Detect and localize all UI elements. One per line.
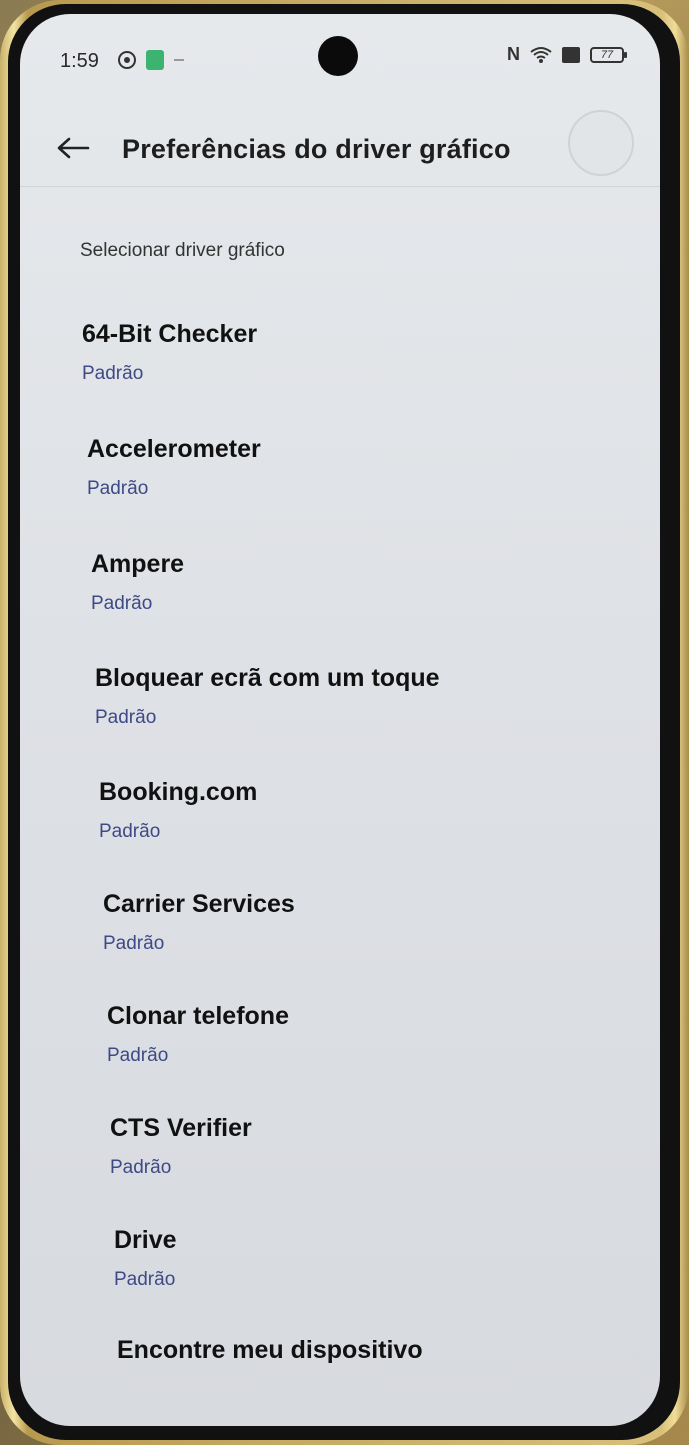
list-item-driver: Padrão: [91, 593, 153, 614]
list-item-driver: Padrão: [110, 1157, 172, 1178]
screen: 1:59 N 77 Preferências do driver gráfico…: [20, 14, 660, 1426]
arrow-left-icon[interactable]: [56, 136, 90, 160]
list-item[interactable]: Drive Padrão: [114, 1226, 177, 1291]
status-right-icons: N 77: [507, 44, 627, 65]
list-item[interactable]: Encontre meu dispositivo: [117, 1336, 423, 1365]
status-bar: 1:59 N 77: [20, 14, 660, 94]
status-left-icons: [118, 50, 184, 70]
overflow-dash-icon: [174, 59, 184, 61]
list-item-title: Booking.com: [99, 778, 258, 806]
list-item-driver: Padrão: [95, 707, 157, 728]
list-item-driver: Padrão: [107, 1045, 169, 1066]
list-item-title: Drive: [114, 1226, 177, 1254]
nfc-icon: N: [507, 44, 520, 64]
settings-icon: [118, 51, 136, 69]
section-header: Selecionar driver gráfico: [80, 240, 285, 261]
list-item-driver: Padrão: [103, 933, 165, 954]
list-item[interactable]: CTS Verifier Padrão: [110, 1114, 252, 1179]
list-item[interactable]: 64-Bit Checker Padrão: [82, 320, 257, 385]
header-overlay-circle: [568, 110, 634, 176]
list-item-title: Encontre meu dispositivo: [117, 1336, 423, 1364]
list-item[interactable]: Ampere Padrão: [91, 550, 184, 615]
battery-icon: 77: [590, 46, 627, 63]
navigation-bar: [20, 1386, 660, 1426]
list-item-driver: Padrão: [114, 1269, 176, 1290]
page-title: Preferências do driver gráfico: [122, 134, 511, 164]
list-item[interactable]: Clonar telefone Padrão: [107, 1002, 289, 1067]
sim-icon: [562, 46, 580, 63]
front-camera: [318, 36, 358, 76]
list-item-title: Clonar telefone: [107, 1002, 289, 1030]
list-item-title: 64-Bit Checker: [82, 320, 258, 348]
list-item-title: Bloquear ecrã com um toque: [95, 664, 440, 692]
list-item-title: Ampere: [91, 550, 185, 578]
list-item[interactable]: Bloquear ecrã com um toque Padrão: [95, 664, 440, 729]
list-item-driver: Padrão: [99, 821, 161, 842]
list-item-title: Carrier Services: [103, 890, 295, 918]
app-header: Preferências do driver gráfico: [20, 106, 660, 187]
list-item-title: CTS Verifier: [110, 1114, 252, 1142]
list-item[interactable]: Booking.com Padrão: [99, 778, 257, 843]
status-time: 1:59: [60, 50, 99, 72]
list-item-driver: Padrão: [82, 363, 144, 384]
wifi-icon: [530, 46, 552, 63]
list-item[interactable]: Accelerometer Padrão: [87, 435, 261, 500]
list-item[interactable]: Carrier Services Padrão: [103, 890, 295, 955]
list-item-driver: Padrão: [87, 478, 149, 499]
app-notification-icon: [146, 50, 164, 70]
list-item-title: Accelerometer: [87, 435, 261, 463]
